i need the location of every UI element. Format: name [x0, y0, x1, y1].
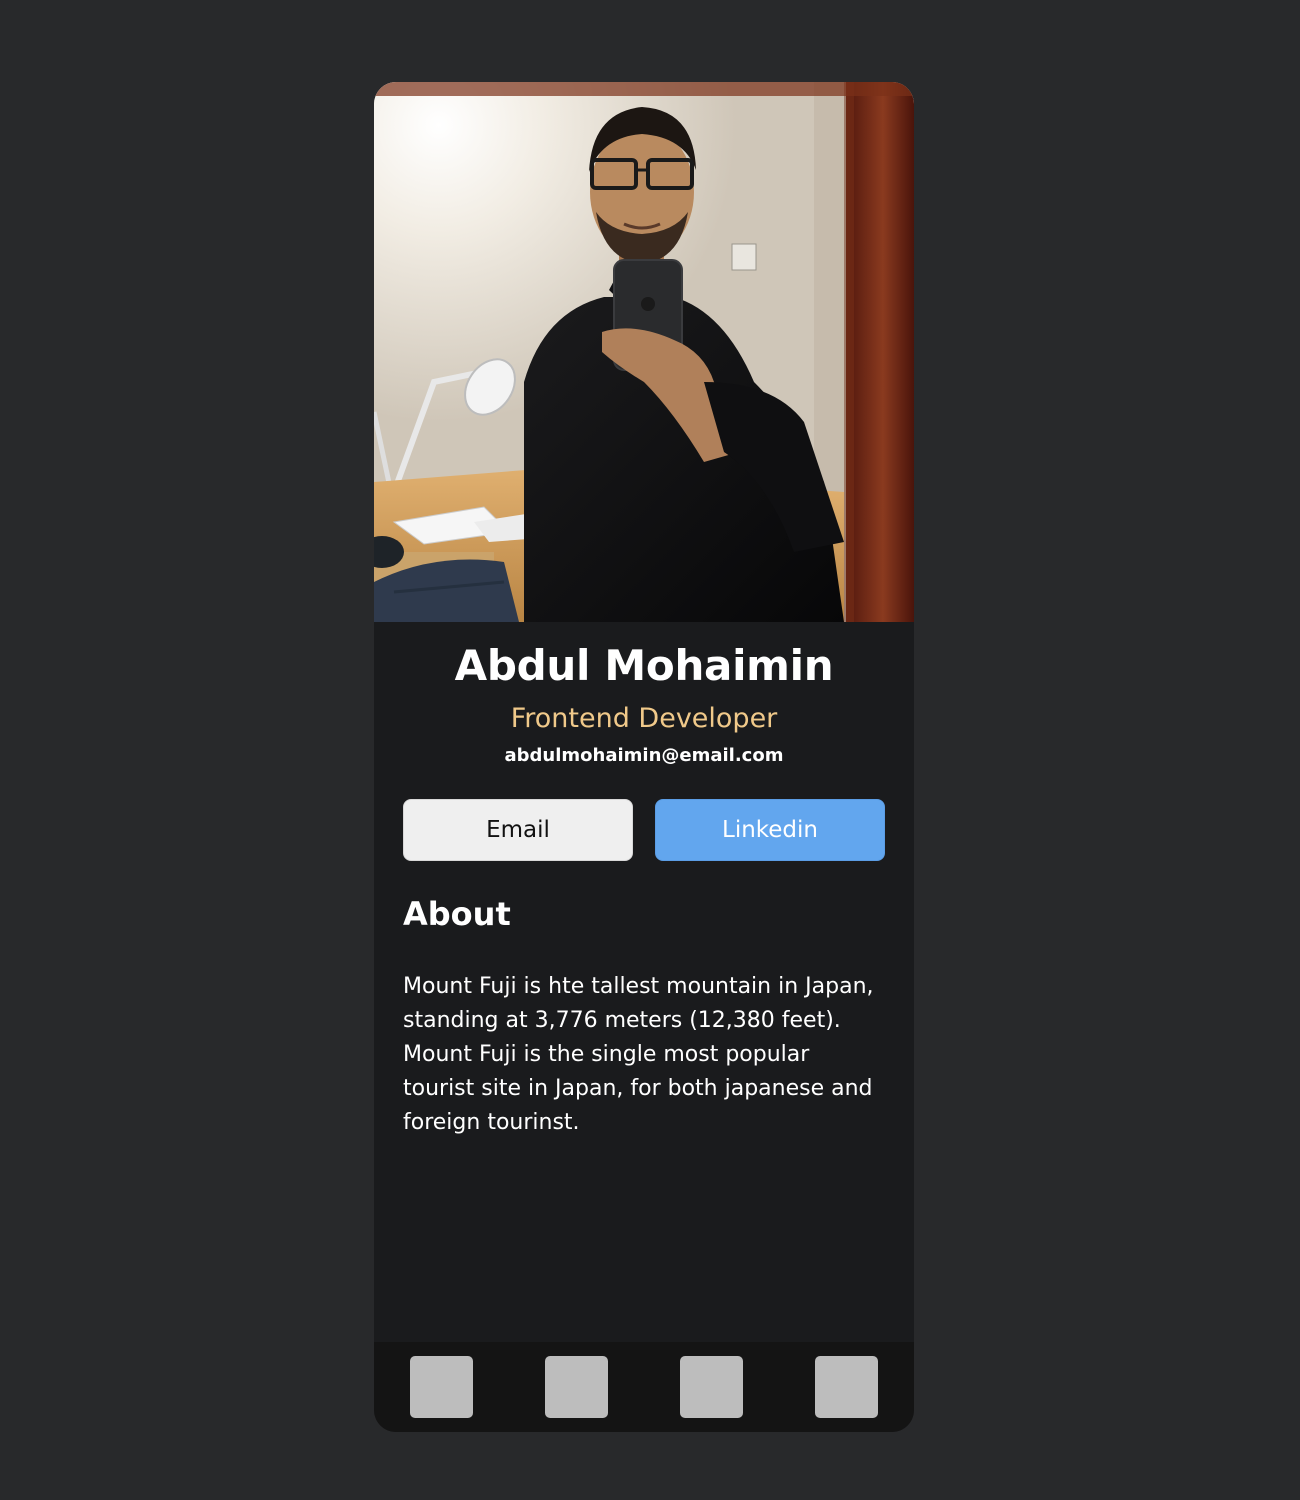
profile-email: abdulmohaimin@email.com	[504, 745, 784, 766]
profile-role: Frontend Developer	[510, 703, 778, 734]
profile-photo-image	[374, 82, 914, 622]
linkedin-button[interactable]: Linkedin	[655, 799, 885, 861]
footer-icon-3[interactable]	[680, 1356, 743, 1418]
about-heading: About	[403, 895, 511, 933]
about-text: Mount Fuji is hte tallest mountain in Ja…	[403, 974, 874, 1135]
footer-icon-4[interactable]	[815, 1356, 878, 1418]
email-button[interactable]: Email	[403, 799, 633, 861]
profile-name: Abdul Mohaimin	[454, 641, 834, 690]
footer-icon-2[interactable]	[545, 1356, 608, 1418]
footer-icon-1[interactable]	[410, 1356, 473, 1418]
profile-card: Abdul Mohaimin Frontend Developer abdulm…	[374, 82, 914, 1432]
profile-photo	[374, 82, 914, 622]
footer-bar	[374, 1342, 914, 1432]
